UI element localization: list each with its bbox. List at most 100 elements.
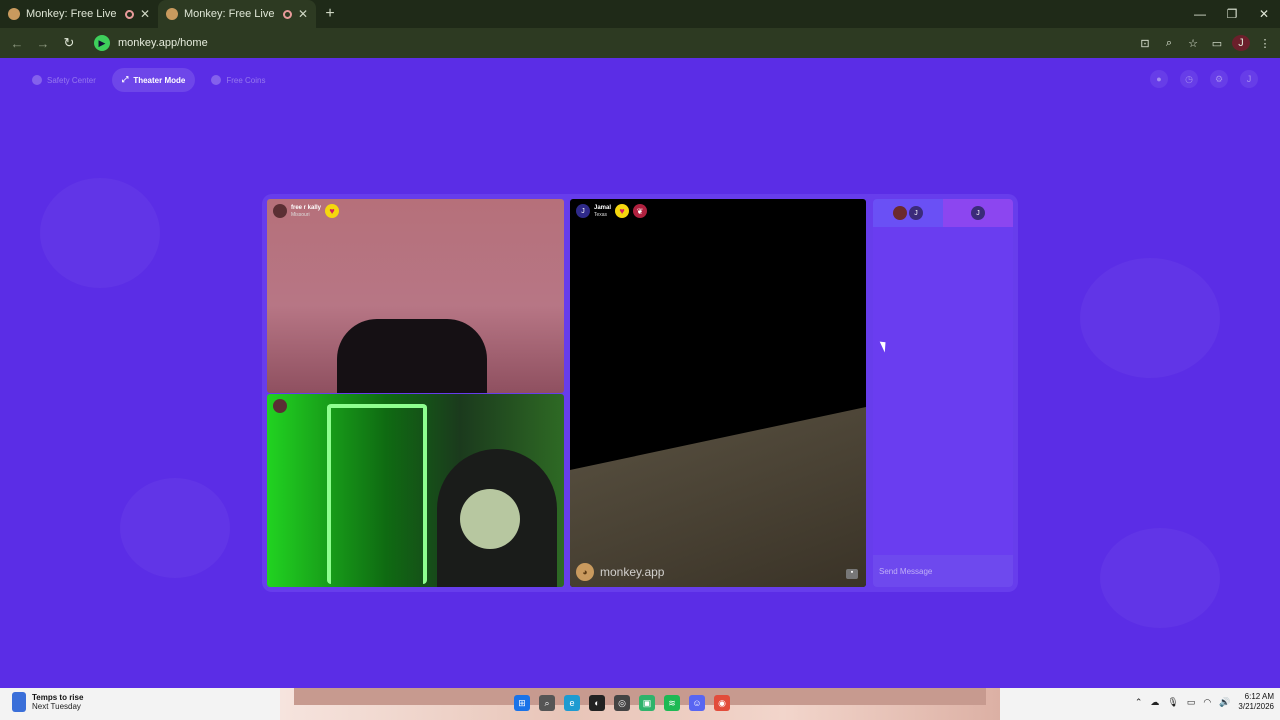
reload-icon[interactable]: ↻ bbox=[58, 35, 80, 51]
report-flag-icon[interactable]: ▪ bbox=[846, 569, 858, 579]
address-bar-actions: ⊡ ⌕ ☆ ▭ J ⋮ bbox=[1136, 35, 1274, 51]
self-video bbox=[267, 394, 564, 587]
self-chip bbox=[273, 399, 287, 413]
video-content bbox=[570, 407, 866, 587]
video-content bbox=[460, 489, 520, 549]
weather-widget[interactable]: Temps to rise Next Tuesday bbox=[12, 692, 83, 712]
chat-messages bbox=[873, 227, 1013, 553]
user-name: free r kally bbox=[291, 204, 322, 211]
watermark-text: monkey.app bbox=[600, 565, 665, 579]
chat-tab-avatar: J bbox=[909, 206, 923, 220]
shield-icon bbox=[32, 75, 42, 85]
taskbar: Temps to rise Next Tuesday ⊞ ⌕ e ◐ ◎ ▣ ≋… bbox=[0, 688, 1280, 720]
edge-icon[interactable]: e bbox=[564, 695, 580, 711]
send-message-box bbox=[873, 555, 1013, 587]
top-right-actions: ● ◷ ⚙ J bbox=[1150, 70, 1258, 88]
side-panel-icon[interactable]: ▭ bbox=[1208, 37, 1226, 50]
forward-icon[interactable]: → bbox=[32, 36, 54, 51]
close-tab-icon[interactable]: ✕ bbox=[298, 7, 308, 21]
user-avatar-icon bbox=[273, 204, 287, 218]
maximize-button[interactable]: ❐ bbox=[1216, 7, 1248, 21]
weather-subtitle: Next Tuesday bbox=[32, 702, 81, 711]
heart-badge-icon[interactable]: ♥ bbox=[325, 204, 340, 218]
monkey-favicon-icon bbox=[8, 8, 20, 20]
background-pattern bbox=[120, 478, 230, 578]
app-icon[interactable]: ▣ bbox=[639, 695, 655, 711]
chat-tabs: J J bbox=[873, 199, 1013, 227]
url-field[interactable]: monkey.app/home bbox=[118, 37, 208, 49]
discord-icon[interactable]: ☺ bbox=[689, 695, 705, 711]
remote-avatar: J bbox=[576, 204, 590, 218]
video-content bbox=[337, 319, 487, 393]
top-navigation: Safety Center ⤢ Theater Mode Free Coins bbox=[22, 68, 275, 92]
network-icon[interactable]: ▭ bbox=[1187, 697, 1196, 708]
gift-badge-icon[interactable]: ❦ bbox=[633, 204, 648, 218]
gift-icon bbox=[211, 75, 222, 85]
video-stage: free r kally Missouri ♥ J Jamal Texas ♥ … bbox=[262, 194, 1018, 592]
chrome-icon[interactable]: ◉ bbox=[714, 695, 730, 711]
new-tab-button[interactable]: + bbox=[316, 5, 344, 23]
free-coins-button[interactable]: Free Coins bbox=[201, 68, 275, 92]
start-icon[interactable]: ⊞ bbox=[514, 695, 530, 711]
partner-video: free r kally Missouri ♥ bbox=[267, 199, 564, 393]
site-camera-icon[interactable]: ▶ bbox=[94, 35, 110, 51]
partner-avatar-icon bbox=[893, 206, 907, 220]
clock-icon[interactable]: ◷ bbox=[1180, 70, 1198, 88]
chat-tab-avatar: J bbox=[971, 206, 985, 220]
back-icon[interactable]: ← bbox=[6, 36, 28, 51]
onedrive-icon[interactable]: ☁ bbox=[1150, 697, 1159, 708]
weather-icon bbox=[12, 692, 26, 712]
close-tab-icon[interactable]: ✕ bbox=[140, 7, 150, 21]
monkey-watermark: ◕ monkey.app bbox=[576, 563, 664, 581]
chevron-up-icon[interactable]: ⌃ bbox=[1135, 697, 1143, 708]
volume-icon[interactable]: 🔊 bbox=[1219, 697, 1230, 708]
chat-tab-partners[interactable]: J bbox=[873, 199, 943, 227]
background-pattern bbox=[1080, 258, 1220, 378]
browser-tab-active[interactable]: Monkey: Free Live Video Ch ✕ bbox=[158, 0, 316, 28]
remote-user-location: Texas bbox=[594, 211, 608, 218]
profile-avatar[interactable]: J bbox=[1232, 35, 1250, 51]
safety-center-button[interactable]: Safety Center bbox=[22, 68, 106, 92]
tab-title: Monkey: Free Live Video Ch bbox=[26, 8, 119, 20]
clock[interactable]: 6:12 AM 3/21/2026 bbox=[1238, 692, 1274, 712]
safety-center-label: Safety Center bbox=[47, 75, 96, 85]
microphone-icon[interactable]: 🎙 bbox=[1167, 697, 1178, 708]
search-icon[interactable]: ⌕ bbox=[539, 695, 555, 711]
user-location: Missouri bbox=[291, 211, 310, 218]
install-app-icon[interactable]: ⊡ bbox=[1136, 37, 1154, 50]
send-message-input[interactable] bbox=[879, 566, 1007, 576]
theater-mode-label: Theater Mode bbox=[133, 75, 186, 85]
window-controls: — ❐ ✕ bbox=[1184, 7, 1280, 21]
minimize-button[interactable]: — bbox=[1184, 7, 1216, 21]
address-bar: ← → ↻ ▶ monkey.app/home ⊡ ⌕ ☆ ▭ J ⋮ bbox=[0, 28, 1280, 58]
browser-menu-icon[interactable]: ⋮ bbox=[1256, 37, 1274, 50]
zoom-icon[interactable]: ⌕ bbox=[1160, 37, 1178, 50]
recording-icon bbox=[124, 9, 134, 19]
wifi-icon[interactable]: ◠ bbox=[1203, 697, 1211, 708]
chat-panel: J J bbox=[873, 199, 1013, 587]
remote-user-name: Jamal bbox=[594, 204, 612, 211]
coin-icon[interactable]: ● bbox=[1150, 70, 1168, 88]
user-chip[interactable]: free r kally Missouri ♥ bbox=[273, 204, 340, 218]
spotify-icon[interactable]: ≋ bbox=[664, 695, 680, 711]
background-pattern bbox=[1100, 528, 1220, 628]
bookmark-star-icon[interactable]: ☆ bbox=[1184, 37, 1202, 50]
user-avatar[interactable]: J bbox=[1240, 70, 1258, 88]
browser-tab-bar: Monkey: Free Live Video Ch ✕ Monkey: Fre… bbox=[0, 0, 1280, 28]
clock-time: 6:12 AM bbox=[1244, 692, 1274, 701]
remote-user-chip[interactable]: J Jamal Texas ♥ ❦ bbox=[576, 204, 648, 218]
clock-date: 3/21/2026 bbox=[1238, 702, 1274, 711]
theater-mode-button[interactable]: ⤢ Theater Mode bbox=[111, 68, 196, 92]
steam-icon[interactable]: ◐ bbox=[589, 695, 605, 711]
recording-icon bbox=[282, 9, 292, 19]
browser-tab[interactable]: Monkey: Free Live Video Ch ✕ bbox=[0, 0, 158, 28]
video-content bbox=[327, 404, 427, 584]
close-window-button[interactable]: ✕ bbox=[1248, 7, 1280, 21]
obs-icon[interactable]: ◎ bbox=[614, 695, 630, 711]
weather-title: Temps to rise bbox=[32, 693, 84, 702]
monkey-page: Safety Center ⤢ Theater Mode Free Coins … bbox=[0, 58, 1280, 688]
settings-icon[interactable]: ⚙ bbox=[1210, 70, 1228, 88]
heart-badge-icon[interactable]: ♥ bbox=[615, 204, 630, 218]
chat-tab-remote[interactable]: J bbox=[943, 199, 1013, 227]
free-coins-label: Free Coins bbox=[226, 75, 266, 85]
